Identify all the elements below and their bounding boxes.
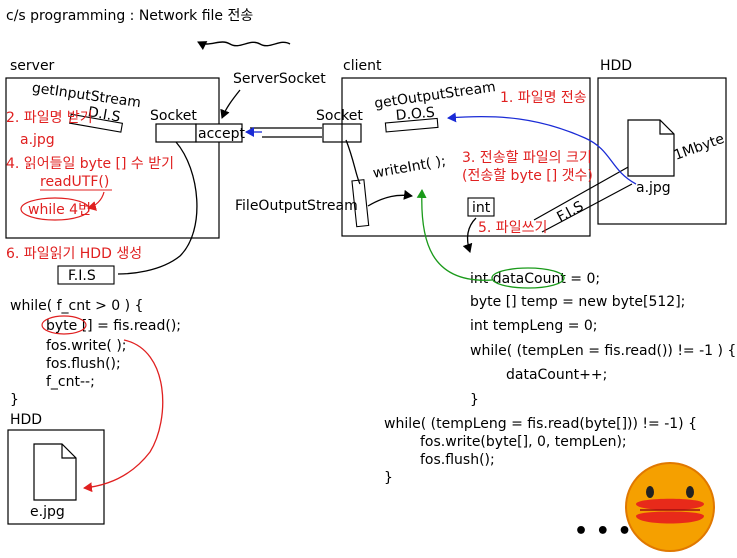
- server-code-line-3: fos.write( );: [46, 338, 127, 354]
- step4-note: 4. 읽어들일 byte [] 수 받기: [6, 156, 174, 172]
- server-code-line-2: byte [] = fis.read();: [46, 318, 181, 334]
- dos-bar: [384, 117, 439, 133]
- get-output-stream-label: getOutputStream: [373, 79, 496, 112]
- file-output-stream-label: FileOutputStream: [235, 198, 358, 214]
- step5-note: 5. 파일쓰기: [478, 220, 547, 236]
- a-jpg-note: a.jpg: [20, 132, 55, 148]
- step2-note: 2. 파일명 받기: [6, 110, 93, 126]
- server-code-line-5: f_cnt--;: [46, 374, 95, 390]
- int-label: int: [472, 200, 491, 216]
- fis-server-label: F.I.S: [68, 268, 96, 284]
- write-int-label: writeInt( );: [372, 153, 447, 182]
- server-socket-arrow: [220, 89, 241, 119]
- file-e-icon: [33, 443, 77, 501]
- int-to-code-arrow: [462, 217, 477, 253]
- hdd-top-title: HDD: [600, 58, 632, 74]
- step3-note-line1: 3. 전송할 파일의 크기: [462, 150, 592, 166]
- server-socket-box: [155, 123, 197, 143]
- file-e-label: e.jpg: [30, 504, 65, 520]
- server-code-line-6: }: [10, 392, 19, 408]
- socket-to-fos-curve: [345, 139, 361, 185]
- accept-label: accept: [198, 126, 245, 142]
- client-code-line-6: }: [470, 392, 479, 408]
- file-a-label: a.jpg: [636, 180, 671, 196]
- client-code2-line-4: }: [384, 470, 393, 486]
- client-code-line-3: int tempLeng = 0;: [470, 318, 598, 334]
- server-code-line-4: fos.flush();: [46, 356, 121, 372]
- hdd-bottom-title: HDD: [10, 412, 42, 428]
- duck-sticker: [625, 462, 715, 552]
- server-title: server: [10, 58, 55, 74]
- while4-note: while 4번: [28, 202, 91, 218]
- ellipsis: • • •: [574, 519, 632, 544]
- network-diagram: c/s programming : Network file 전송 server…: [5, 8, 736, 552]
- wavy-arrow: [197, 41, 291, 51]
- server-socket-label: ServerSocket: [233, 71, 326, 87]
- fos-to-writeint-arrow: [367, 189, 413, 207]
- step6-note: 6. 파일읽기 HDD 생성: [6, 246, 142, 262]
- server-socket-text: Socket: [150, 108, 197, 124]
- page-title: c/s programming : Network file 전송: [6, 8, 253, 24]
- client-code2-line-2: fos.write(byte[], 0, tempLen);: [420, 434, 627, 450]
- read-utf-note: readUTF(): [40, 174, 109, 190]
- client-code-line-1: int dataCount = 0;: [470, 271, 600, 287]
- client-code-line-2: byte [] temp = new byte[512];: [470, 294, 685, 310]
- one-mbyte-label: 1Mbyte: [672, 131, 727, 164]
- client-code-line-5: dataCount++;: [506, 367, 607, 383]
- server-code-line-1: while( f_cnt > 0 ) {: [10, 298, 143, 314]
- fis-client-label: F.I.S: [554, 198, 586, 225]
- step1-note: 1. 파일명 전송: [500, 90, 587, 106]
- client-code2-line-1: while( (tempLeng = fis.read(byte[])) != …: [384, 416, 697, 432]
- get-input-stream-label: getInputStream: [31, 80, 142, 111]
- file-a-icon: [627, 119, 675, 177]
- step3-note-line2: (전송할 byte [] 갯수): [462, 168, 593, 184]
- client-code2-line-3: fos.flush();: [420, 452, 495, 468]
- client-socket-text: Socket: [316, 108, 363, 124]
- client-code-line-4: while( (tempLen = fis.read()) != -1 ) {: [470, 343, 736, 359]
- client-title: client: [343, 58, 382, 74]
